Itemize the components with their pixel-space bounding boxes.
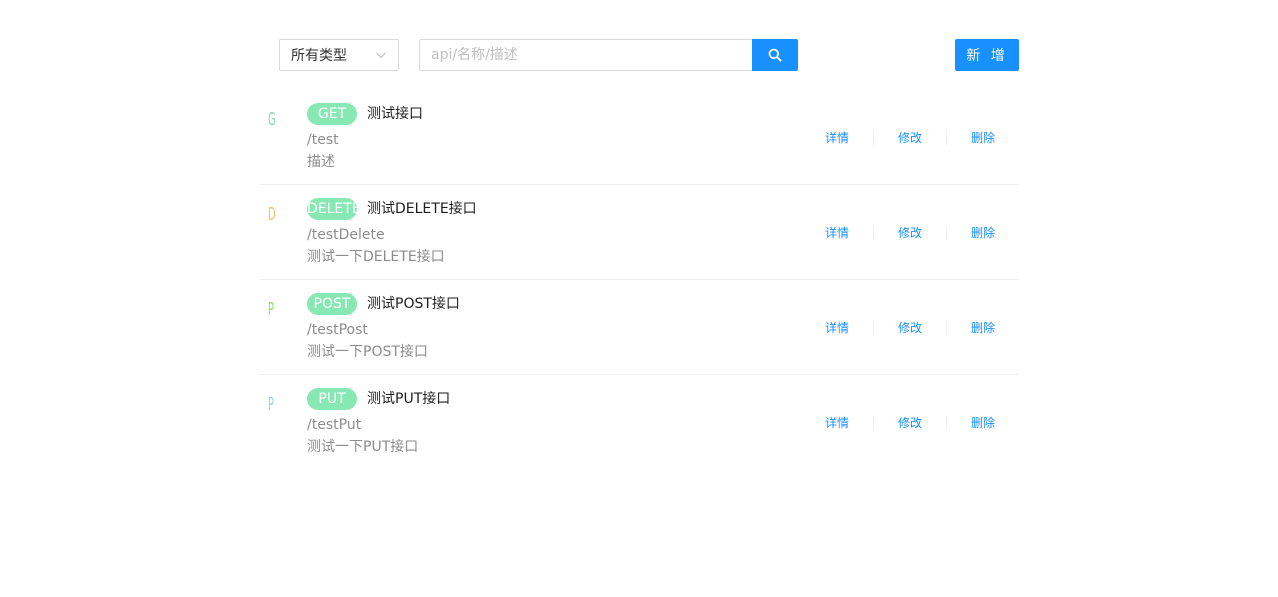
delete-link[interactable]: 删除 [947, 128, 1019, 148]
api-list-item: G GET 测试接口 /test 描述 详情 修改 删除 [259, 90, 1019, 185]
row-actions: 详情 修改 删除 [801, 413, 1019, 433]
edit-link[interactable]: 修改 [874, 223, 946, 243]
api-description: 测试一下PUT接口 [307, 439, 419, 455]
delete-link[interactable]: 删除 [947, 223, 1019, 243]
method-initial-icon: D [268, 204, 276, 225]
row-actions: 详情 修改 删除 [801, 318, 1019, 338]
method-tag: GET [307, 103, 357, 125]
row-actions: 详情 修改 删除 [801, 128, 1019, 148]
api-list-item: P POST 测试POST接口 /testPost 测试一下POST接口 详情 … [259, 280, 1019, 375]
method-initial-icon: P [268, 299, 274, 320]
detail-link[interactable]: 详情 [801, 413, 873, 433]
search-input[interactable] [419, 39, 753, 71]
delete-link[interactable]: 删除 [947, 413, 1019, 433]
method-tag: DELETE [307, 198, 357, 220]
api-name: 测试DELETE接口 [367, 201, 477, 217]
api-path: /testPost [307, 322, 368, 338]
edit-link[interactable]: 修改 [874, 318, 946, 338]
api-name: 测试接口 [367, 106, 423, 122]
search-icon [768, 48, 782, 62]
api-name: 测试PUT接口 [367, 391, 451, 407]
type-select-value: 所有类型 [291, 48, 347, 64]
api-path: /testDelete [307, 227, 385, 243]
method-tag: POST [307, 293, 357, 315]
method-initial-icon: G [268, 109, 276, 130]
search-button[interactable] [752, 39, 798, 71]
api-list-item: D DELETE 测试DELETE接口 /testDelete 测试一下DELE… [259, 185, 1019, 280]
detail-link[interactable]: 详情 [801, 318, 873, 338]
delete-link[interactable]: 删除 [947, 318, 1019, 338]
api-description: 测试一下DELETE接口 [307, 249, 445, 265]
type-select[interactable]: 所有类型 [279, 39, 399, 71]
edit-link[interactable]: 修改 [874, 413, 946, 433]
api-name: 测试POST接口 [367, 296, 460, 312]
add-button[interactable]: 新 增 [955, 39, 1019, 71]
api-path: /test [307, 132, 339, 148]
row-actions: 详情 修改 删除 [801, 223, 1019, 243]
api-list: G GET 测试接口 /test 描述 详情 修改 删除 D DELETE 测试… [259, 90, 1019, 470]
chevron-down-icon [376, 52, 386, 59]
detail-link[interactable]: 详情 [801, 128, 873, 148]
method-initial-icon: P [268, 394, 274, 415]
edit-link[interactable]: 修改 [874, 128, 946, 148]
api-description: 描述 [307, 154, 335, 170]
detail-link[interactable]: 详情 [801, 223, 873, 243]
method-tag: PUT [307, 388, 357, 410]
api-description: 测试一下POST接口 [307, 344, 428, 360]
api-management-page: 所有类型 新 增 G GET 测试接口 /test 描述 详情 修改 删除 D … [0, 0, 1278, 597]
api-list-item: P PUT 测试PUT接口 /testPut 测试一下PUT接口 详情 修改 删… [259, 375, 1019, 470]
api-path: /testPut [307, 417, 362, 433]
